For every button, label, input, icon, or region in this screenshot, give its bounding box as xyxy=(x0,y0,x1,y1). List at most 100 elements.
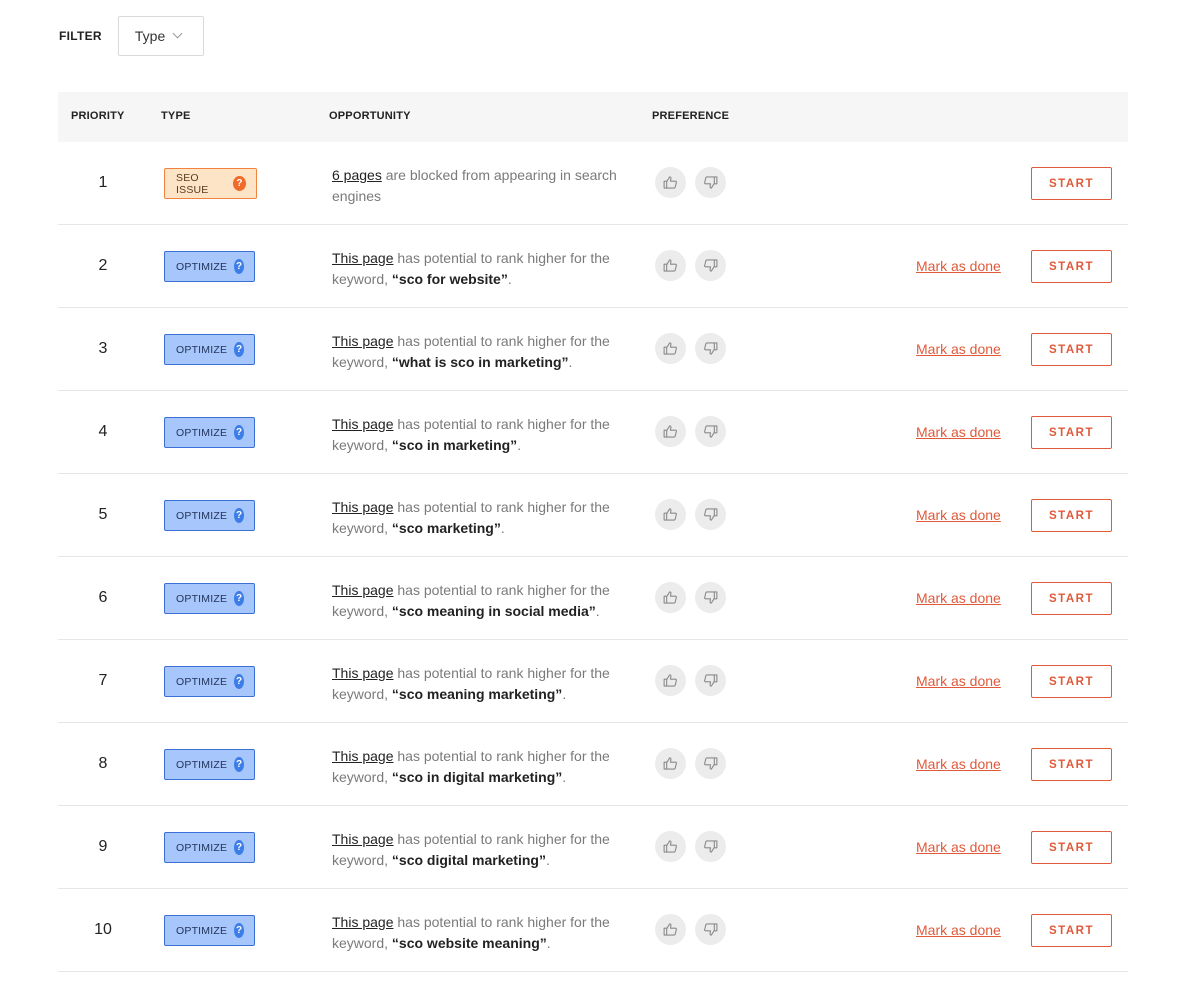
thumbs-down-icon[interactable] xyxy=(695,665,726,696)
start-button[interactable]: START xyxy=(1031,333,1112,366)
start-button[interactable]: START xyxy=(1031,250,1112,283)
opportunity-text: This page has potential to rank higher f… xyxy=(332,580,632,622)
start-button[interactable]: START xyxy=(1031,748,1112,781)
type-badge-label: SEO ISSUE xyxy=(176,171,209,196)
type-badge: OPTIMIZE ? xyxy=(164,666,255,697)
thumbs-up-icon[interactable] xyxy=(655,582,686,613)
start-button[interactable]: START xyxy=(1031,416,1112,449)
help-icon[interactable]: ? xyxy=(234,591,244,606)
opportunity-period: . xyxy=(500,520,505,536)
opportunity-link[interactable]: This page xyxy=(332,333,393,349)
table-row: 2 OPTIMIZE ? This page has potential to … xyxy=(58,225,1128,308)
opportunity-text: This page has potential to rank higher f… xyxy=(332,663,632,705)
help-icon[interactable]: ? xyxy=(234,508,244,523)
help-icon[interactable]: ? xyxy=(234,425,244,440)
priority-number: 2 xyxy=(98,257,108,274)
mark-as-done-link[interactable]: Mark as done xyxy=(916,756,1001,772)
opportunity-text: This page has potential to rank higher f… xyxy=(332,912,632,954)
mark-as-done-link[interactable]: Mark as done xyxy=(916,673,1001,689)
opportunity-keyword: “sco meaning in social media” xyxy=(391,603,596,619)
thumbs-down-icon[interactable] xyxy=(695,914,726,945)
column-header-type: TYPE xyxy=(161,110,191,122)
priority-number: 3 xyxy=(98,340,108,357)
thumbs-up-icon[interactable] xyxy=(655,665,686,696)
start-button[interactable]: START xyxy=(1031,499,1112,532)
opportunity-keyword: “sco meaning marketing” xyxy=(391,686,563,702)
preference-buttons xyxy=(655,499,735,530)
opportunity-link[interactable]: 6 pages xyxy=(332,167,382,183)
opportunity-keyword: “sco for website” xyxy=(391,271,508,287)
mark-as-done-link[interactable]: Mark as done xyxy=(916,590,1001,606)
thumbs-up-icon[interactable] xyxy=(655,250,686,281)
opportunity-link[interactable]: This page xyxy=(332,416,393,432)
opportunity-text: This page has potential to rank higher f… xyxy=(332,497,632,539)
preference-buttons xyxy=(655,665,735,696)
mark-as-done-link[interactable]: Mark as done xyxy=(916,341,1001,357)
opportunity-link[interactable]: This page xyxy=(332,831,393,847)
type-filter-value: Type xyxy=(134,28,166,44)
thumbs-down-icon[interactable] xyxy=(695,748,726,779)
mark-as-done-link[interactable]: Mark as done xyxy=(916,258,1001,274)
table-body: 1 SEO ISSUE ? 6 pages are blocked from a… xyxy=(58,142,1128,972)
opportunity-period: . xyxy=(545,852,550,868)
opportunity-keyword: “sco in marketing” xyxy=(391,437,518,453)
start-button[interactable]: START xyxy=(1031,582,1112,615)
type-badge: OPTIMIZE ? xyxy=(164,417,255,448)
thumbs-down-icon[interactable] xyxy=(695,333,726,364)
type-badge-label: OPTIMIZE xyxy=(176,426,228,439)
preference-buttons xyxy=(655,748,735,779)
mark-as-done-link[interactable]: Mark as done xyxy=(916,922,1001,938)
start-button[interactable]: START xyxy=(1031,167,1112,200)
start-button[interactable]: START xyxy=(1031,665,1112,698)
opportunity-period: . xyxy=(562,686,567,702)
type-filter-select[interactable]: Type xyxy=(117,16,204,56)
help-icon[interactable]: ? xyxy=(234,342,244,357)
thumbs-down-icon[interactable] xyxy=(695,167,726,198)
opportunity-link[interactable]: This page xyxy=(332,914,393,930)
thumbs-up-icon[interactable] xyxy=(655,499,686,530)
opportunity-link[interactable]: This page xyxy=(332,665,393,681)
thumbs-down-icon[interactable] xyxy=(695,831,726,862)
opportunity-text: This page has potential to rank higher f… xyxy=(332,829,632,871)
type-badge: OPTIMIZE ? xyxy=(164,500,255,531)
mark-as-done-link[interactable]: Mark as done xyxy=(916,507,1001,523)
priority-number: 4 xyxy=(98,423,108,440)
type-badge-label: OPTIMIZE xyxy=(176,841,228,854)
help-icon[interactable]: ? xyxy=(233,176,246,191)
help-icon[interactable]: ? xyxy=(234,259,244,274)
opportunity-link[interactable]: This page xyxy=(332,499,393,515)
opportunity-keyword: “sco marketing” xyxy=(391,520,501,536)
thumbs-up-icon[interactable] xyxy=(655,333,686,364)
opportunity-text: This page has potential to rank higher f… xyxy=(332,414,632,456)
opportunity-link[interactable]: This page xyxy=(332,748,393,764)
opportunity-link[interactable]: This page xyxy=(332,250,393,266)
type-badge-label: OPTIMIZE xyxy=(176,758,228,771)
priority-number: 9 xyxy=(98,838,108,855)
thumbs-up-icon[interactable] xyxy=(655,831,686,862)
start-button[interactable]: START xyxy=(1031,831,1112,864)
thumbs-down-icon[interactable] xyxy=(695,250,726,281)
help-icon[interactable]: ? xyxy=(234,923,244,938)
thumbs-up-icon[interactable] xyxy=(655,748,686,779)
thumbs-down-icon[interactable] xyxy=(695,416,726,447)
start-button[interactable]: START xyxy=(1031,914,1112,947)
preference-buttons xyxy=(655,333,735,364)
help-icon[interactable]: ? xyxy=(234,757,244,772)
type-badge: OPTIMIZE ? xyxy=(164,915,255,946)
help-icon[interactable]: ? xyxy=(234,674,244,689)
mark-as-done-link[interactable]: Mark as done xyxy=(916,424,1001,440)
preference-buttons xyxy=(655,831,735,862)
mark-as-done-link[interactable]: Mark as done xyxy=(916,839,1001,855)
opportunity-keyword: “sco digital marketing” xyxy=(391,852,546,868)
help-icon[interactable]: ? xyxy=(234,840,244,855)
type-badge-label: OPTIMIZE xyxy=(176,509,228,522)
thumbs-up-icon[interactable] xyxy=(655,167,686,198)
type-badge: OPTIMIZE ? xyxy=(164,583,255,614)
thumbs-down-icon[interactable] xyxy=(695,582,726,613)
thumbs-up-icon[interactable] xyxy=(655,416,686,447)
opportunity-link[interactable]: This page xyxy=(332,582,393,598)
thumbs-down-icon[interactable] xyxy=(695,499,726,530)
priority-number: 5 xyxy=(98,506,108,523)
type-badge-label: OPTIMIZE xyxy=(176,343,228,356)
thumbs-up-icon[interactable] xyxy=(655,914,686,945)
